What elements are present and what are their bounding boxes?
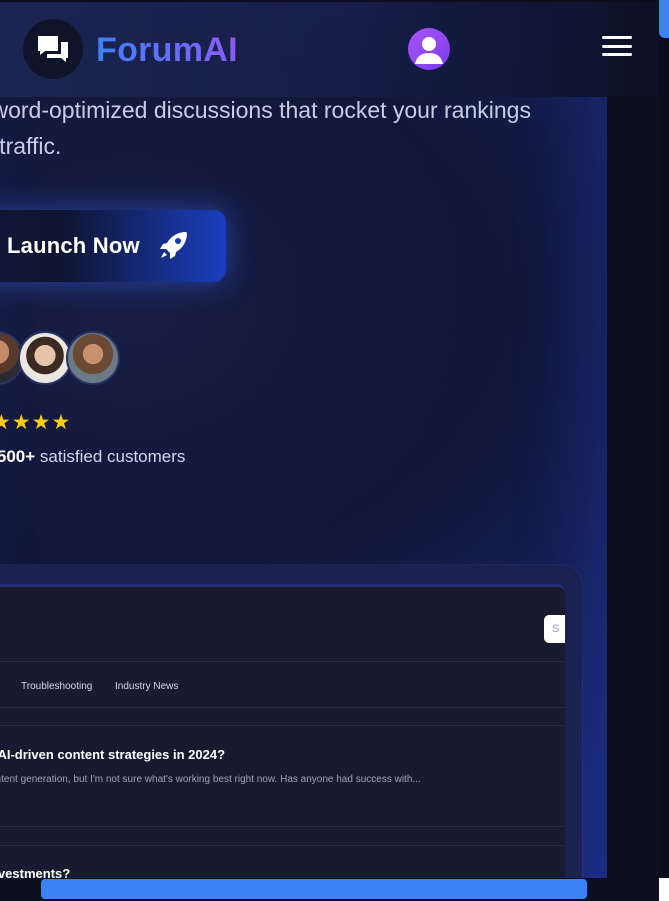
logo-badge[interactable] <box>23 19 83 79</box>
divider <box>0 826 565 827</box>
launch-now-label: Launch Now <box>7 233 140 258</box>
post-excerpt: ontent generation, but I'm not sure what… <box>0 774 421 785</box>
hero-subtitle: yword-optimized discussions that rocket … <box>0 92 590 164</box>
launch-now-button[interactable]: Launch Now <box>0 210 226 282</box>
tab-industry-news[interactable]: Industry News <box>115 681 178 692</box>
rocket-icon <box>159 232 187 259</box>
hero-subtitle-line-2: d traffic. <box>0 133 62 159</box>
customer-avatar <box>66 331 120 385</box>
tab-troubleshooting[interactable]: Troubleshooting <box>21 681 92 692</box>
hero-subtitle-line-1: yword-optimized discussions that rocket … <box>0 97 531 123</box>
post-title[interactable]: t AI-driven content strategies in 2024? <box>0 747 225 762</box>
user-avatar-button[interactable] <box>408 28 450 70</box>
right-gutter <box>659 38 669 878</box>
brand-name[interactable]: ForumAI <box>96 30 238 70</box>
customer-avatar <box>18 331 72 385</box>
hamburger-menu-icon[interactable] <box>602 34 632 58</box>
page: yword-optimized discussions that rocket … <box>0 0 669 901</box>
top-navbar: ForumAI <box>0 0 659 97</box>
social-proof-suffix: satisfied customers <box>35 447 186 466</box>
horizontal-scrollbar-thumb[interactable] <box>41 879 587 899</box>
side-tab[interactable] <box>659 0 669 38</box>
menu-bar <box>602 44 632 48</box>
header-edge <box>0 0 659 2</box>
divider <box>0 707 565 708</box>
social-proof-text: m 500+ satisfied customers <box>0 446 185 468</box>
side-strip <box>607 0 659 878</box>
divider <box>0 845 565 846</box>
forum-preview: S Troubleshooting Industry News t AI-dri… <box>0 584 565 887</box>
customer-count: 500+ <box>0 447 36 466</box>
menu-bar <box>602 53 632 56</box>
menu-bar <box>602 36 632 39</box>
rating-stars: ★★★★ <box>0 410 72 434</box>
chat-bubbles-icon <box>38 36 68 62</box>
divider <box>0 661 565 662</box>
preview-search-input[interactable]: S <box>544 615 565 643</box>
divider <box>0 725 565 726</box>
scroll-corner <box>659 878 669 901</box>
user-avatar-icon <box>415 37 443 64</box>
